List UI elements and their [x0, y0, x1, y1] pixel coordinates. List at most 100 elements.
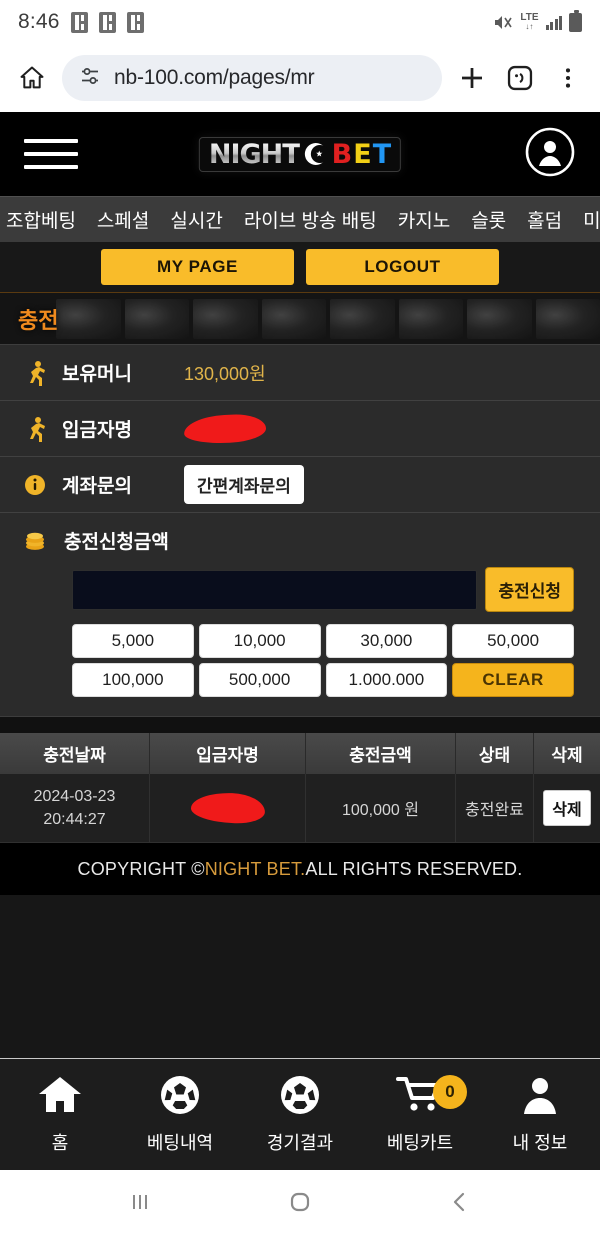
tab-label-home: 홈: [51, 1133, 69, 1153]
browser-toolbar: nb-100.com/pages/mr: [0, 44, 600, 112]
crescent-moon-star-icon: [303, 141, 329, 167]
account-circle-icon[interactable]: [524, 126, 576, 183]
cell-amount: 100,000 원: [306, 774, 456, 844]
battery-icon: [569, 9, 582, 32]
clear-amount-button[interactable]: CLEAR: [452, 663, 574, 697]
amount-button-5000[interactable]: 5,000: [72, 624, 194, 658]
quick-amount-grid: 5,000 10,000 30,000 50,000 100,000 500,0…: [0, 624, 600, 705]
status-bar-left: 8:46: [18, 10, 144, 34]
nav-item-0[interactable]: 조합베팅: [6, 206, 76, 233]
copyright-suffix: ALL RIGHTS RESERVED.: [305, 858, 523, 879]
back-chevron-icon[interactable]: [430, 1182, 490, 1222]
coins-icon: [18, 526, 52, 554]
delete-row-button[interactable]: 삭제: [543, 790, 591, 827]
home-icon: [37, 1074, 83, 1121]
address-bar[interactable]: nb-100.com/pages/mr: [62, 55, 442, 101]
nav-item-2[interactable]: 실시간: [170, 206, 222, 233]
amount-button-100000[interactable]: 100,000: [72, 663, 194, 697]
site-header: NIGHT B E T: [0, 112, 600, 196]
table-header-row: 충전날짜 입금자명 충전금액 상태 삭제: [0, 733, 600, 774]
tab-home[interactable]: 홈: [0, 1059, 120, 1170]
amount-button-50000[interactable]: 50,000: [452, 624, 574, 658]
mute-icon: [494, 14, 513, 31]
column-header-depositor: 입금자명: [150, 733, 306, 774]
page-empty-area: [0, 895, 600, 1058]
charge-section-header: 충전신청금액: [0, 513, 600, 567]
app-notification-icon: [70, 11, 88, 33]
status-bar-right: LTE ↓↑: [494, 9, 582, 32]
overflow-menu-icon[interactable]: [550, 60, 586, 96]
charge-amount-input[interactable]: [72, 569, 478, 610]
column-header-amount: 충전금액: [306, 733, 456, 774]
nav-item-1[interactable]: 스페셜: [97, 206, 149, 233]
panel-bottom-spacer: [0, 705, 600, 717]
info-row-balance: 보유머니 130,000원: [0, 345, 600, 401]
android-status-bar: 8:46 LTE ↓↑: [0, 0, 600, 44]
redacted-depositor-name: [189, 791, 266, 825]
info-label-account-inquiry: 계좌문의: [62, 476, 132, 497]
info-circle-icon: [18, 473, 52, 497]
copyright-prefix: COPYRIGHT ©: [77, 858, 205, 879]
cell-date-line1: 2024-03-23: [33, 788, 116, 805]
tune-icon[interactable]: [78, 64, 102, 93]
auth-button-row: MY PAGE LOGOUT: [0, 242, 600, 292]
android-nav-bar: [0, 1170, 600, 1233]
charge-submit-button[interactable]: 충전신청: [485, 567, 574, 612]
balance-value: 130,000원: [184, 363, 266, 384]
charge-panel: 보유머니 130,000원 입금자명 계좌문의 간편계좌문의 충전신청금액 충전…: [0, 344, 600, 717]
primary-nav: 조합베팅 스페셜 실시간 라이브 방송 배팅 카지노 슬롯 홀덤 미니게임: [0, 196, 600, 242]
emoji-tab-icon[interactable]: [502, 60, 538, 96]
column-header-date: 충전날짜: [0, 733, 150, 774]
logo-letter-b: B: [331, 138, 353, 170]
tab-betting-cart[interactable]: 0 베팅카트: [360, 1059, 480, 1170]
person-icon: [519, 1074, 561, 1121]
tab-label-betting-cart: 베팅카트: [386, 1133, 454, 1153]
logout-button[interactable]: LOGOUT: [306, 249, 499, 285]
cart-count-badge: 0: [433, 1075, 467, 1109]
nav-item-7[interactable]: 미니게임: [583, 206, 600, 233]
nav-item-6[interactable]: 홀덤: [527, 206, 562, 233]
cell-date: 2024-03-23 20:44:27: [0, 774, 150, 844]
info-label-balance: 보유머니: [62, 364, 132, 385]
info-label-depositor: 입금자명: [62, 420, 132, 441]
hamburger-menu-icon[interactable]: [24, 139, 78, 169]
tab-label-betting-history: 베팅내역: [146, 1133, 214, 1153]
amount-button-1000000[interactable]: 1.000.000: [325, 663, 448, 697]
nav-item-5[interactable]: 슬롯: [471, 206, 506, 233]
logo-text-night: NIGHT: [208, 138, 301, 170]
my-page-button[interactable]: MY PAGE: [101, 249, 294, 285]
tab-match-results[interactable]: 경기결과: [240, 1059, 360, 1170]
url-text[interactable]: nb-100.com/pages/mr: [114, 66, 315, 90]
signal-icon: [545, 15, 562, 30]
info-row-depositor: 입금자명: [0, 401, 600, 457]
amount-button-500000[interactable]: 500,000: [198, 663, 321, 697]
running-person-icon: [18, 416, 52, 442]
amount-button-30000[interactable]: 30,000: [325, 624, 448, 658]
banner-tiles: [0, 298, 600, 339]
recents-icon[interactable]: [110, 1182, 170, 1222]
home-square-icon[interactable]: [270, 1182, 330, 1222]
promo-banner-strip[interactable]: 충전: [0, 292, 600, 344]
column-header-delete: 삭제: [534, 733, 600, 774]
amount-button-10000[interactable]: 10,000: [198, 624, 321, 658]
site-footer: COPYRIGHT © NIGHT BET. ALL RIGHTS RESERV…: [0, 843, 600, 896]
nav-item-4[interactable]: 카지노: [398, 206, 450, 233]
cell-date-line2: 20:44:27: [43, 811, 106, 829]
home-icon[interactable]: [14, 60, 50, 96]
copyright-brand: NIGHT BET.: [204, 858, 306, 879]
app-notification-icon: [126, 11, 144, 33]
nav-item-3[interactable]: 라이브 방송 배팅: [244, 206, 377, 233]
soccer-ball-icon: [279, 1074, 321, 1121]
plus-icon[interactable]: [454, 60, 490, 96]
phone-screen: 8:46 LTE ↓↑ nb-100.com/pages/mr NIGHT B …: [0, 0, 600, 1233]
column-header-status: 상태: [456, 733, 534, 774]
bottom-tab-bar: 홈 베팅내역 경기결과 0 베팅카트 내 정보: [0, 1058, 600, 1170]
simple-account-inquiry-button[interactable]: 간편계좌문의: [184, 465, 304, 504]
tab-my-info[interactable]: 내 정보: [480, 1059, 600, 1170]
status-bar-clock: 8:46: [18, 10, 60, 33]
cell-depositor: [150, 774, 306, 844]
site-logo[interactable]: NIGHT B E T: [198, 136, 402, 172]
info-row-account-inquiry: 계좌문의 간편계좌문의: [0, 457, 600, 513]
charge-input-row: 충전신청: [0, 567, 600, 624]
tab-betting-history[interactable]: 베팅내역: [120, 1059, 240, 1170]
